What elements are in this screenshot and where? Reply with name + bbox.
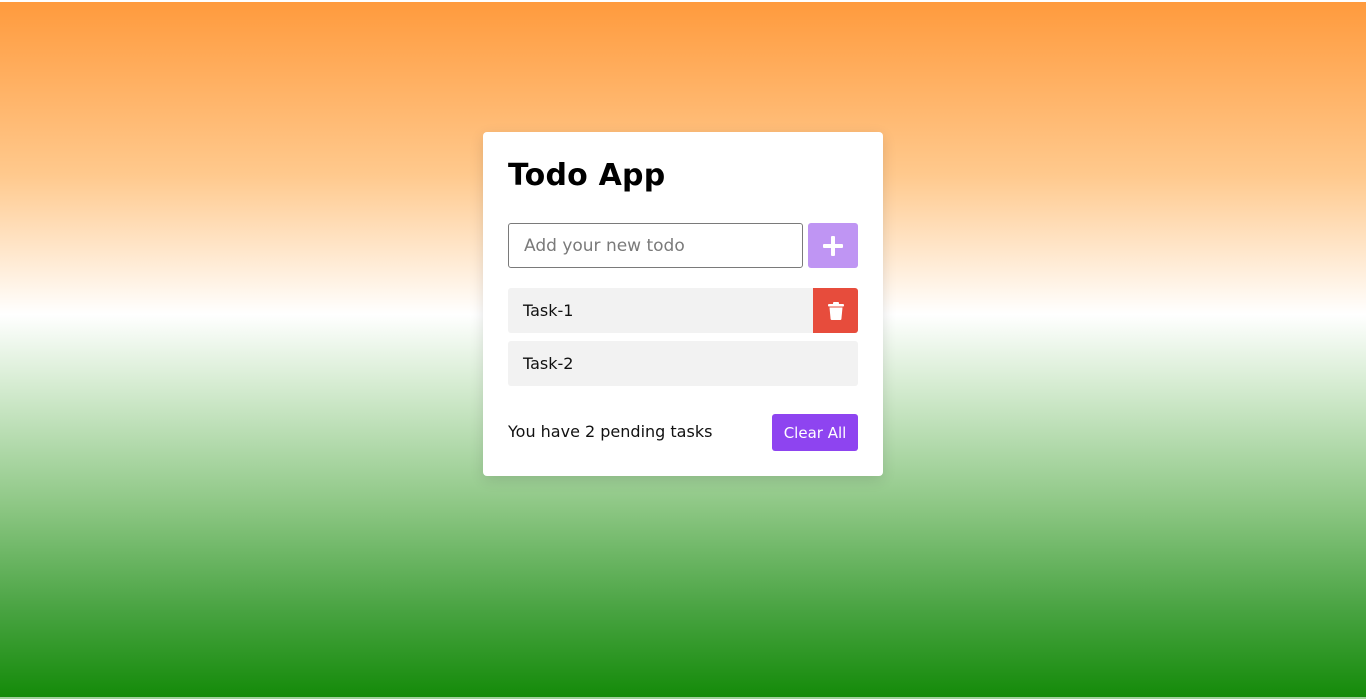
add-todo-button[interactable] — [808, 223, 858, 268]
trash-icon — [827, 301, 844, 320]
todo-input-wrapper — [508, 223, 803, 268]
clear-all-button[interactable]: Clear All — [772, 414, 858, 451]
todo-item: Task-2 — [508, 341, 858, 386]
pending-tasks-text: You have 2 pending tasks — [508, 422, 713, 441]
todo-item: Task-1 — [508, 288, 858, 333]
todo-item-label: Task-1 — [523, 301, 574, 320]
todo-item-label: Task-2 — [523, 354, 574, 373]
top-edge — [0, 0, 1366, 2]
todo-input[interactable] — [509, 224, 802, 267]
app-title: Todo App — [508, 158, 666, 193]
plus-icon — [823, 235, 843, 256]
todo-card: Todo App Task-1 Task-2 You have 2 pendin… — [483, 132, 883, 476]
delete-todo-button[interactable] — [813, 288, 858, 333]
